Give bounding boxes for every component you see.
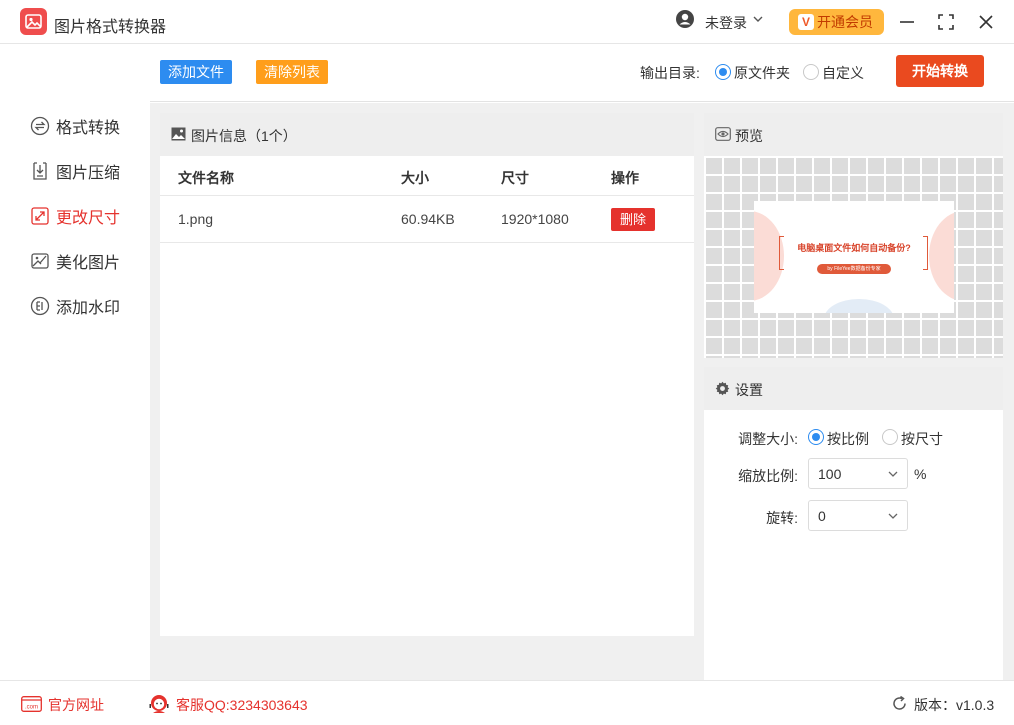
preview-image-title: 电脑桌面文件如何自动备份? [797,243,911,253]
col-header-size: 大小 [401,170,429,186]
resize-ratio-label[interactable]: 按比例 [827,429,869,449]
user-avatar-icon[interactable] [676,10,694,28]
file-panel-title: 图片信息（1个） [191,128,297,144]
settings-title: 设置 [735,382,763,398]
preview-header: 预览 [704,113,1003,156]
chevron-down-icon [888,513,898,519]
sidebar-item-label: 图片压缩 [56,165,121,182]
file-name: 1.png [178,211,214,227]
resize-size-radio[interactable] [882,429,898,445]
beautify-icon [31,253,49,269]
sidebar-item-label: 美化图片 [56,255,121,272]
chevron-down-icon[interactable] [753,15,763,23]
resize-icon [31,207,49,225]
start-convert-button[interactable]: 开始转换 [896,55,984,87]
scale-value: 100 [818,466,842,482]
vip-icon: V [798,14,814,30]
sidebar-item-compress[interactable]: 图片压缩 [30,160,120,182]
refresh-icon[interactable] [891,695,908,712]
login-status[interactable]: 未登录 [705,13,747,33]
preview-title: 预览 [735,128,763,144]
vip-label: 开通会员 [817,14,873,30]
sidebar-item-beautify[interactable]: 美化图片 [30,250,120,272]
resize-mode-label: 调整大小: [738,431,798,447]
resize-size-label[interactable]: 按尺寸 [901,429,943,449]
sidebar-item-label: 格式转换 [56,120,121,137]
footer: .com 官方网址 客服QQ:3234303643 版本：v1.0.3 [0,680,1014,725]
swap-circle-icon [30,116,50,136]
table-row[interactable]: 1.png 60.94KB 1920*1080 删除 [160,196,694,243]
settings-panel: 设置 调整大小: 按比例 按尺寸 缩放比例: 100 % 旋转: 0 [704,367,1003,680]
file-size: 60.94KB [401,211,455,227]
vip-button[interactable]: V 开通会员 [789,9,884,35]
file-list-panel: 图片信息（1个） 文件名称 大小 尺寸 操作 1.png 60.94KB 192… [160,113,694,636]
col-header-dims: 尺寸 [501,170,529,186]
sidebar-item-format-convert[interactable]: 格式转换 [30,115,120,137]
chevron-down-icon [888,471,898,477]
app-title: 图片格式转换器 [54,19,167,36]
sidebar-item-label: 添加水印 [56,300,121,317]
app-logo-icon [20,8,47,35]
customer-service-qq[interactable]: 客服QQ:3234303643 [176,695,308,715]
svg-text:.com: .com [25,705,38,711]
version-label: 版本：v1.0.3 [914,697,995,713]
preview-image-subtitle: by FileYee数据备份专家 [817,264,891,274]
output-original-label[interactable]: 原文件夹 [734,63,790,83]
sidebar-item-watermark[interactable]: 添加水印 [30,295,120,317]
eye-icon [715,127,731,141]
scale-unit: % [914,466,927,482]
file-dims: 1920*1080 [501,211,569,227]
col-header-name: 文件名称 [178,170,234,186]
clear-list-button[interactable]: 清除列表 [256,60,328,84]
sidebar: 格式转换 图片压缩 更改尺寸 美化图片 添加水印 [0,45,150,680]
minimize-icon[interactable] [895,10,919,34]
close-icon[interactable] [974,10,998,34]
title-bar: 图片格式转换器 未登录 V 开通会员 [0,0,1014,44]
sidebar-item-label: 更改尺寸 [56,210,121,227]
output-custom-label[interactable]: 自定义 [822,63,864,83]
rotate-select[interactable]: 0 [808,500,908,531]
rotate-value: 0 [818,508,826,524]
rotate-label: 旋转: [766,510,798,526]
customer-service-icon[interactable] [147,692,171,716]
scale-label: 缩放比例: [738,468,798,484]
image-icon [171,127,186,141]
gear-icon [715,381,730,396]
col-header-action: 操作 [611,170,639,186]
website-icon[interactable]: .com [21,696,42,712]
compress-icon [33,162,47,180]
preview-image: 电脑桌面文件如何自动备份? by FileYee数据备份专家 [754,201,954,313]
delete-button[interactable]: 删除 [611,208,655,231]
sidebar-item-resize[interactable]: 更改尺寸 [30,205,120,227]
toolbar: 添加文件 清除列表 输出目录: 原文件夹 自定义 开始转换 [150,45,1014,102]
maximize-icon[interactable] [934,10,958,34]
scale-select[interactable]: 100 [808,458,908,489]
output-custom-radio[interactable] [803,64,819,80]
file-panel-header: 图片信息（1个） [160,113,694,156]
settings-header: 设置 [704,367,1003,410]
preview-panel: 预览 电脑桌面文件如何自动备份? by FileYee数据备份专家 [704,113,1003,358]
watermark-icon [30,296,50,316]
official-site-link[interactable]: 官方网址 [48,695,104,715]
output-dir-label: 输出目录: [640,65,700,81]
output-original-radio[interactable] [715,64,731,80]
resize-ratio-radio[interactable] [808,429,824,445]
add-file-button[interactable]: 添加文件 [160,60,232,84]
